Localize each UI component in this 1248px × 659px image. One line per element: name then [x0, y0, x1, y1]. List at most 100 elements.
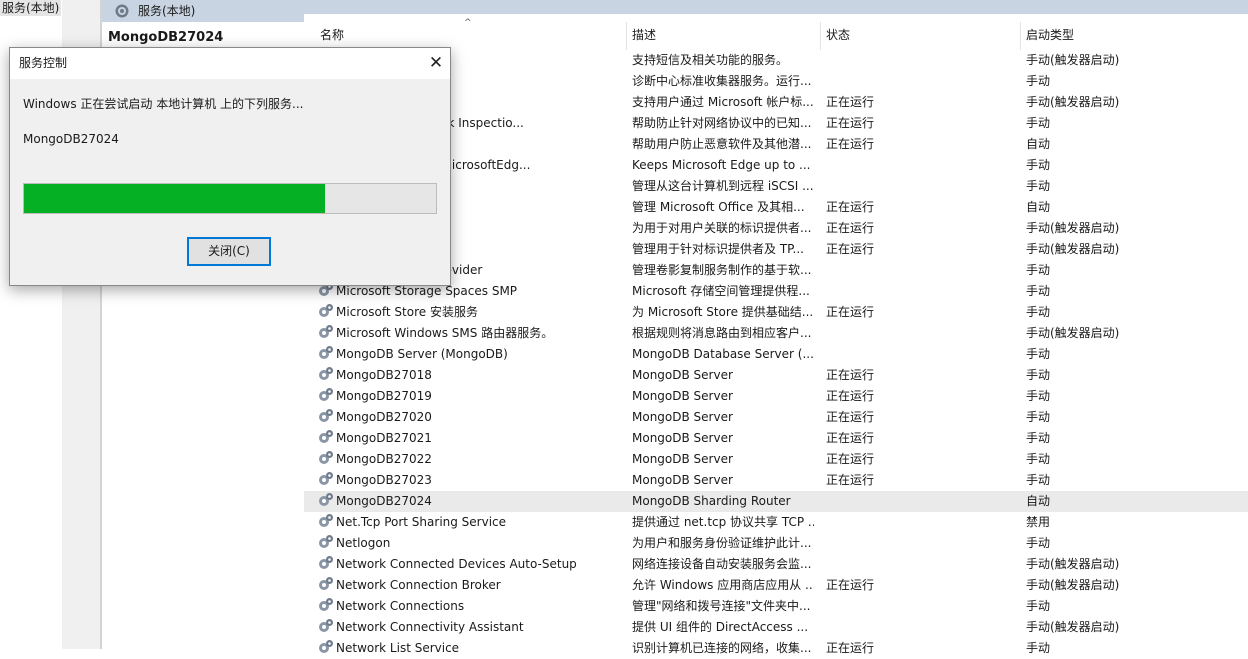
service-description: 帮助防止针对网络协议中的已知...: [632, 116, 812, 130]
service-name-cell: Network Connectivity Assistant: [318, 617, 626, 638]
selected-service-title: MongoDB27024: [108, 30, 224, 45]
service-description: MongoDB Database Server (...: [632, 347, 814, 361]
table-row[interactable]: Microsoft Windows SMS 路由器服务。 根据规则将消息路由到相应…: [304, 323, 1248, 344]
service-description: 管理"网络和拨号连接"文件夹中...: [632, 599, 811, 613]
service-startup-type: 自动: [1026, 137, 1051, 151]
column-header-description[interactable]: 描述: [632, 14, 656, 50]
table-row[interactable]: MongoDB27023 MongoDB Server 正在运行 手动: [304, 470, 1248, 491]
table-row[interactable]: MongoDB Server (MongoDB) MongoDB Database…: [304, 344, 1248, 365]
service-startup-type: 手动: [1026, 473, 1051, 487]
table-row[interactable]: MongoDB27022 MongoDB Server 正在运行 手动: [304, 449, 1248, 470]
service-startup-type: 自动: [1026, 200, 1051, 214]
service-name-cell: Netlogon: [318, 533, 626, 554]
service-status: 正在运行: [826, 95, 875, 109]
service-status: 正在运行: [826, 578, 875, 592]
service-status: [826, 71, 906, 92]
service-description: MongoDB Sharding Router: [632, 494, 791, 508]
service-startup-type: 禁用: [1026, 515, 1051, 529]
service-startup-type: 手动: [1026, 599, 1051, 613]
pane-header-title: 服务(本地): [138, 4, 196, 18]
table-row[interactable]: Net.Tcp Port Sharing Service 提供通过 net.tcp…: [304, 512, 1248, 533]
service-name: MongoDB27020: [336, 410, 432, 424]
service-name: MongoDB27022: [336, 452, 432, 466]
service-gear-icon: [318, 450, 334, 466]
service-name: Net.Tcp Port Sharing Service: [336, 515, 507, 529]
column-divider[interactable]: [1020, 22, 1021, 50]
service-status: 正在运行: [826, 221, 875, 235]
service-name-cell: MongoDB27022: [318, 449, 626, 470]
service-startup-type: 自动: [1026, 494, 1051, 508]
table-row[interactable]: MongoDB27020 MongoDB Server 正在运行 手动: [304, 407, 1248, 428]
table-row[interactable]: MongoDB27024 MongoDB Sharding Router 自动: [304, 491, 1248, 512]
service-status: [826, 323, 906, 344]
service-startup-type: 手动: [1026, 179, 1051, 193]
service-description: 管理从这台计算机到远程 iSCSI ...: [632, 179, 814, 193]
dialog-message: Windows 正在尝试启动 本地计算机 上的下列服务...: [23, 97, 304, 111]
service-startup-type: 手动: [1026, 410, 1051, 424]
tree-item-services-local[interactable]: 服务(本地): [0, 0, 62, 16]
column-header-name[interactable]: 名称: [320, 14, 344, 50]
close-button[interactable]: 关闭(C): [187, 237, 271, 266]
service-description: Microsoft 存储空间管理提供程...: [632, 284, 810, 298]
service-name: Network Connectivity Assistant: [336, 620, 524, 634]
service-description: 提供 UI 组件的 DirectAccess ...: [632, 620, 809, 634]
service-status: 正在运行: [826, 452, 875, 466]
service-name-cell: Microsoft Store 安装服务: [318, 302, 626, 323]
service-description: 提供通过 net.tcp 协议共享 TCP ...: [632, 515, 814, 529]
dialog-titlebar[interactable]: 服务控制 ✕: [10, 48, 450, 79]
service-status: 正在运行: [826, 116, 875, 130]
column-header-status[interactable]: 状态: [826, 14, 850, 50]
column-divider[interactable]: [626, 22, 627, 50]
service-gear-icon: [318, 576, 334, 592]
service-description: MongoDB Server: [632, 452, 733, 466]
service-status: [826, 512, 906, 533]
table-row[interactable]: MongoDB27019 MongoDB Server 正在运行 手动: [304, 386, 1248, 407]
service-description: MongoDB Server: [632, 473, 733, 487]
table-row[interactable]: Microsoft Store 安装服务 为 Microsoft Store 提供…: [304, 302, 1248, 323]
service-startup-type: 手动: [1026, 389, 1051, 403]
table-row[interactable]: MongoDB27018 MongoDB Server 正在运行 手动: [304, 365, 1248, 386]
service-name-cell: MongoDB27023: [318, 470, 626, 491]
service-status: [826, 533, 906, 554]
table-row[interactable]: Netlogon 为用户和服务身份验证维护此计... 手动: [304, 533, 1248, 554]
service-status: 正在运行: [826, 200, 875, 214]
service-status: [826, 260, 906, 281]
service-gear-icon: [318, 471, 334, 487]
service-startup-type: 手动(触发器启动): [1026, 557, 1120, 571]
service-startup-type: 手动: [1026, 305, 1051, 319]
service-name: Network Connections: [336, 599, 465, 613]
service-name-cell: Net.Tcp Port Sharing Service: [318, 512, 626, 533]
service-name: MongoDB Server (MongoDB): [336, 347, 508, 361]
service-startup-type: 手动: [1026, 347, 1051, 361]
service-description: 支持用户通过 Microsoft 帐户标...: [632, 95, 814, 109]
service-status: 正在运行: [826, 389, 875, 403]
table-row[interactable]: MongoDB27021 MongoDB Server 正在运行 手动: [304, 428, 1248, 449]
service-status: [826, 554, 906, 575]
column-divider[interactable]: [820, 22, 821, 50]
service-gear-icon: [318, 513, 334, 529]
table-row[interactable]: Network Connected Devices Auto-Setup 网络连接…: [304, 554, 1248, 575]
service-name: Microsoft Windows SMS 路由器服务。: [336, 326, 554, 340]
service-name-cell: MongoDB27024: [318, 491, 626, 512]
service-startup-type: 手动(触发器启动): [1026, 53, 1120, 67]
column-header-startup-type[interactable]: 启动类型: [1026, 14, 1074, 50]
service-startup-type: 手动(触发器启动): [1026, 242, 1120, 256]
table-row[interactable]: Network Connectivity Assistant 提供 UI 组件的 …: [304, 617, 1248, 638]
service-startup-type: 手动(触发器启动): [1026, 578, 1120, 592]
service-startup-type: 手动: [1026, 452, 1051, 466]
service-startup-type: 手动(触发器启动): [1026, 221, 1120, 235]
service-name: Network Connection Broker: [336, 578, 501, 592]
service-status: [826, 596, 906, 617]
table-row[interactable]: Network Connection Broker 允许 Windows 应用商店…: [304, 575, 1248, 596]
service-status: 正在运行: [826, 431, 875, 445]
service-description: 为用于对用户关联的标识提供者...: [632, 221, 812, 235]
close-icon[interactable]: ✕: [422, 48, 450, 79]
service-status: 正在运行: [826, 410, 875, 424]
service-status: [826, 344, 906, 365]
service-description: Keeps Microsoft Edge up to ...: [632, 158, 811, 172]
service-startup-type: 手动: [1026, 368, 1051, 382]
service-startup-type: 手动: [1026, 431, 1051, 445]
service-name: Network List Service: [336, 641, 460, 655]
table-row[interactable]: Network Connections 管理"网络和拨号连接"文件夹中... 手动: [304, 596, 1248, 617]
service-description: MongoDB Server: [632, 431, 733, 445]
